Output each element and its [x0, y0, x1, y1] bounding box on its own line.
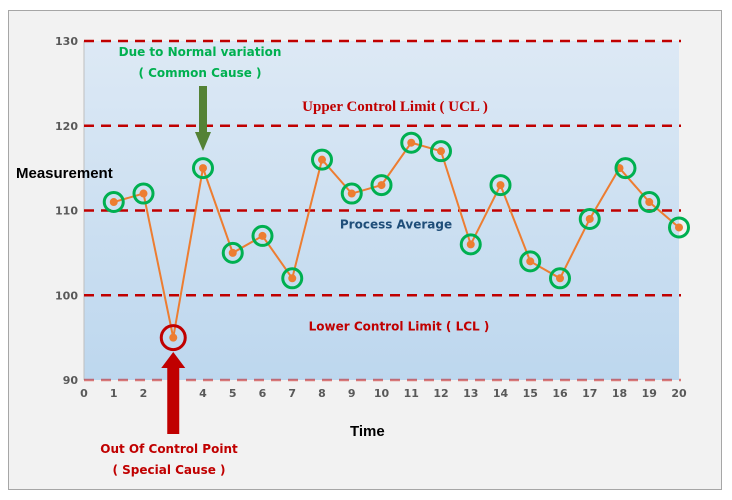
- data-point-marker: [585, 214, 594, 223]
- data-point-marker: [318, 155, 326, 164]
- data-point-marker: [139, 189, 148, 198]
- data-point-marker: [377, 181, 386, 190]
- x-tick-label: 15: [523, 387, 538, 400]
- x-tick-label: 16: [552, 387, 568, 400]
- x-tick-label: 1: [110, 387, 118, 400]
- data-point-marker: [675, 223, 683, 232]
- x-tick-label: 7: [288, 387, 296, 400]
- data-point-marker: [437, 147, 445, 156]
- x-tick-label: 8: [318, 387, 326, 400]
- data-point-marker: [228, 248, 237, 257]
- ucl-label: Upper Control Limit ( UCL ): [302, 99, 488, 115]
- common-cause-label-line2: ( Common Cause ): [138, 66, 261, 80]
- arrow-shaft: [199, 86, 207, 132]
- data-point-marker: [526, 257, 535, 266]
- common-cause-label-line1: Due to Normal variation: [119, 45, 282, 59]
- x-tick-label: 20: [671, 387, 687, 400]
- x-tick-label: 9: [348, 387, 356, 400]
- y-tick-label: 130: [55, 35, 78, 48]
- data-point-marker: [466, 240, 475, 249]
- x-tick-label: 18: [612, 387, 627, 400]
- special-cause-label-line1: Out Of Control Point: [100, 442, 238, 456]
- x-tick-label: 5: [229, 387, 237, 400]
- data-point-marker: [347, 189, 356, 198]
- x-tick-label: 2: [140, 387, 148, 400]
- x-tick-label: 4: [199, 387, 207, 400]
- x-tick-label: 14: [493, 387, 509, 400]
- y-tick-label: 90: [63, 374, 79, 387]
- y-axis-title: Measurement: [16, 165, 113, 182]
- data-point-marker: [169, 333, 178, 342]
- data-point-marker: [258, 231, 267, 240]
- lcl-label: Lower Control Limit ( LCL ): [309, 319, 490, 333]
- arrow-shaft: [167, 367, 180, 434]
- special-cause-arrow-icon: [161, 352, 186, 434]
- data-point-marker: [645, 198, 654, 207]
- x-tick-label: 12: [433, 387, 448, 400]
- y-tick-label: 110: [55, 205, 78, 218]
- process-average-label: Process Average: [340, 218, 452, 232]
- y-tick-label: 120: [55, 120, 78, 133]
- special-cause-label-line2: ( Special Cause ): [112, 463, 225, 477]
- x-tick-label: 11: [404, 387, 419, 400]
- x-tick-label: 19: [642, 387, 657, 400]
- x-tick-label: 6: [259, 387, 267, 400]
- y-tick-label: 100: [55, 289, 78, 302]
- data-point-marker: [109, 198, 118, 207]
- x-tick-label: 17: [582, 387, 597, 400]
- data-point-marker: [199, 164, 207, 173]
- x-tick-label: 13: [463, 387, 478, 400]
- data-point-marker: [496, 181, 505, 190]
- x-axis-title: Time: [350, 423, 385, 440]
- x-tick-label: 10: [374, 387, 390, 400]
- x-tick-label: 0: [80, 387, 88, 400]
- data-point-marker: [556, 274, 564, 283]
- control-chart: 90100110120130 0123456789101112131415161…: [16, 35, 690, 477]
- data-point-marker: [407, 138, 416, 147]
- data-point-marker: [288, 274, 297, 283]
